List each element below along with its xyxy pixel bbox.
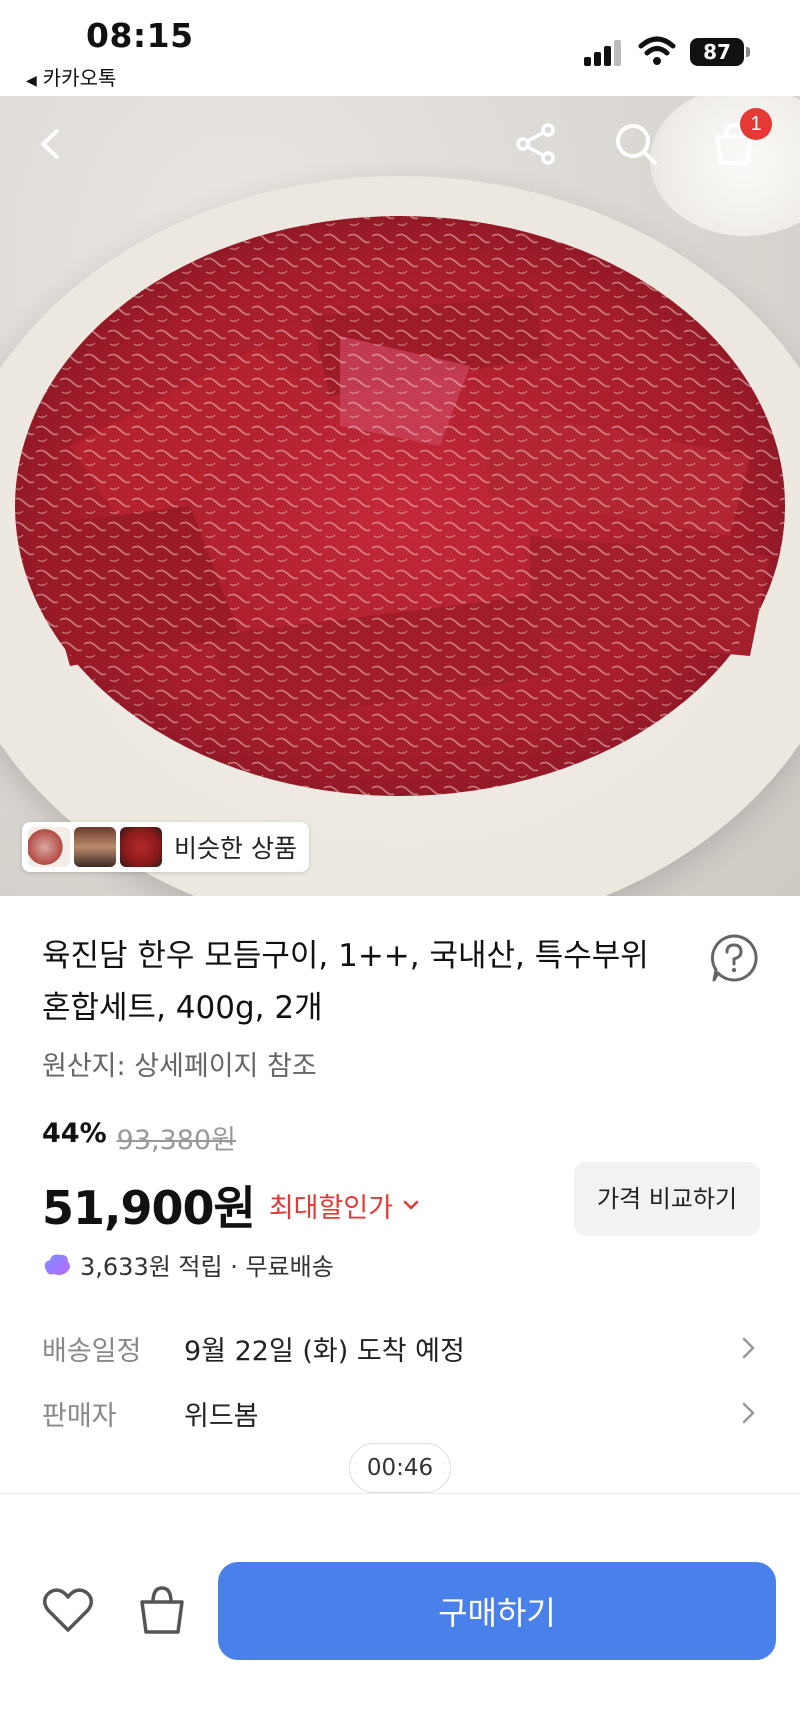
seller-value: 위드봄	[184, 1400, 259, 1432]
search-icon	[616, 124, 657, 165]
share-button[interactable]	[508, 116, 564, 172]
similar-products-label: 비슷한 상품	[174, 834, 297, 863]
question-icon[interactable]	[708, 932, 760, 984]
similar-thumbnail	[74, 827, 116, 867]
product-image[interactable]: 1 비슷한 상품	[0, 96, 800, 896]
buy-button[interactable]: 구매하기	[218, 1562, 776, 1660]
back-triangle-icon: ◀	[26, 73, 37, 89]
delivery-label: 배송일정	[42, 1335, 142, 1367]
chevron-right-icon	[742, 1402, 755, 1424]
origin-info: 원산지: 상세페이지 참조	[42, 1051, 317, 1082]
chevron-right-icon	[742, 1337, 755, 1359]
search-button[interactable]	[608, 116, 664, 172]
cellular-signal-icon	[584, 40, 624, 66]
seller-label: 판매자	[42, 1400, 117, 1432]
add-to-cart-icon[interactable]	[134, 1582, 190, 1638]
max-discount-dropdown[interactable]: 최대할인가	[269, 1186, 419, 1225]
status-time: 08:15	[86, 16, 194, 55]
battery-indicator: 87	[690, 38, 750, 66]
back-to-app-link[interactable]: ◀ 카카오톡	[26, 62, 116, 91]
similar-products-button[interactable]: 비슷한 상품	[22, 822, 309, 872]
cart-count-badge: 1	[740, 108, 772, 140]
discount-row: 44% 93,380원	[42, 1118, 236, 1157]
video-timer-badge: 00:46	[349, 1443, 451, 1493]
chevron-down-icon	[403, 1200, 419, 1210]
back-app-label: 카카오톡	[42, 66, 117, 90]
similar-thumbnail	[28, 827, 70, 867]
similar-thumbnail	[120, 827, 162, 867]
wishlist-heart-icon[interactable]	[40, 1582, 96, 1638]
share-icon	[516, 123, 555, 165]
status-bar: 08:15 ◀ 카카오톡 87	[0, 0, 800, 96]
product-title: 육진담 한우 모듬구이, 1++, 국내산, 특수부위 혼합세트, 400g, …	[42, 938, 649, 1026]
delivery-value: 9월 22일 (화) 도착 예정	[184, 1335, 465, 1367]
original-price: 93,380원	[116, 1125, 236, 1156]
delivery-schedule-row[interactable]: 배송일정 9월 22일 (화) 도착 예정	[42, 1323, 760, 1373]
wifi-icon	[638, 36, 676, 65]
benefit-row: 3,633원 적립 · 무료배송	[42, 1247, 334, 1282]
max-discount-label: 최대할인가	[268, 1192, 394, 1224]
benefit-text: 3,633원 적립 · 무료배송	[80, 1253, 334, 1281]
compare-price-button[interactable]: 가격 비교하기	[574, 1162, 760, 1236]
back-button[interactable]	[24, 116, 80, 172]
meat-slices-image	[15, 216, 785, 796]
price-row: 51,900원 최대할인가	[42, 1172, 419, 1238]
reward-cloud-icon	[44, 1254, 70, 1275]
back-arrow-icon	[41, 129, 59, 159]
seller-row[interactable]: 판매자 위드봄	[42, 1388, 760, 1438]
bottom-action-bar: 구매하기	[0, 1494, 800, 1731]
discount-rate: 44%	[42, 1118, 107, 1149]
sale-price: 51,900원	[42, 1181, 256, 1235]
